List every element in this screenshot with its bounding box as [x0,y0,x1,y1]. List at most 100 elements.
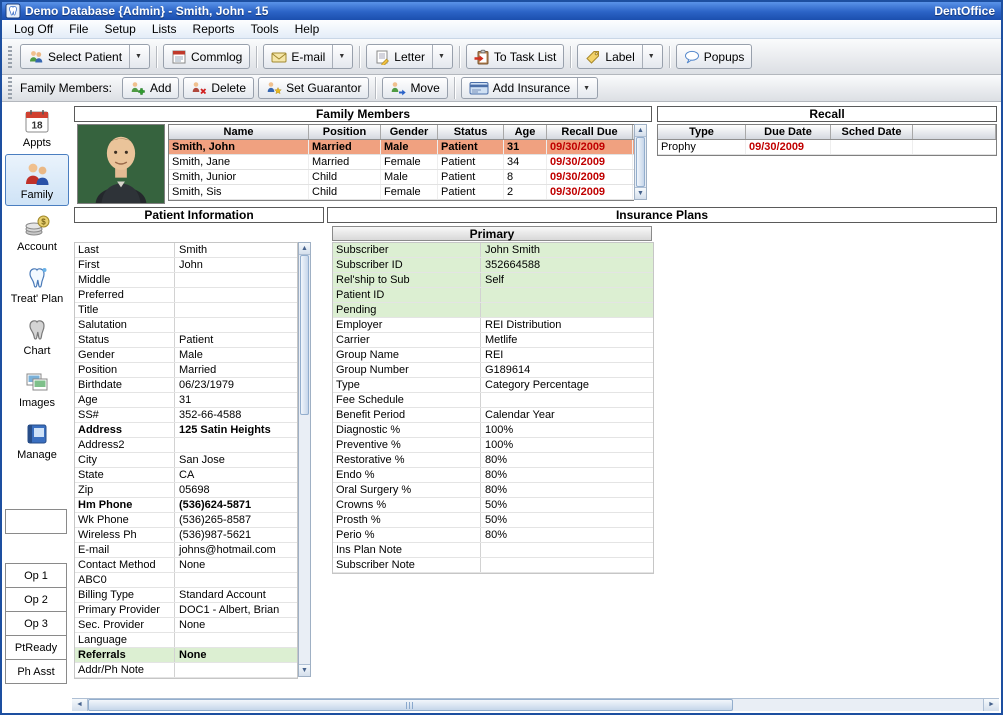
insurance-row[interactable]: Fee Schedule [333,393,653,408]
patient-info-row[interactable]: Wireless Ph(536)987-5621 [75,528,297,543]
commlog-button[interactable]: Commlog [163,44,250,69]
scrollbar-thumb[interactable] [300,255,309,415]
family-row-smith-sis[interactable]: Smith, Sis Child Female Patient 2 09/30/… [169,185,634,200]
module-account[interactable]: $ Account [5,206,69,258]
patient-info-row[interactable]: Title [75,303,297,318]
scroll-left-icon[interactable]: ◄ [72,699,88,711]
insurance-row[interactable]: Ins Plan Note [333,543,653,558]
patient-info-row[interactable]: ABC0 [75,573,297,588]
patient-info-row[interactable]: Birthdate06/23/1979 [75,378,297,393]
toolbar-grip[interactable] [8,46,12,68]
insurance-row[interactable]: Rel'ship to SubSelf [333,273,653,288]
scroll-down-icon[interactable]: ▼ [635,187,646,199]
insurance-row[interactable]: Oral Surgery %80% [333,483,653,498]
family-col-gender[interactable]: Gender [381,125,438,139]
select-patient-dropdown-icon[interactable]: ▼ [129,45,142,68]
recall-row-prophy[interactable]: Prophy 09/30/2009 [658,140,996,155]
insurance-row[interactable]: Crowns %50% [333,498,653,513]
family-col-age[interactable]: Age [504,125,547,139]
family-row-smith-junior[interactable]: Smith, Junior Child Male Patient 8 09/30… [169,170,634,185]
op-2-button[interactable]: Op 2 [5,587,67,612]
patient-info-row[interactable]: Middle [75,273,297,288]
insurance-row[interactable]: SubscriberJohn Smith [333,243,653,258]
module-appts[interactable]: 18 Appts [5,102,69,154]
email-button[interactable]: E-mail ▼ [263,44,353,69]
patient-info-row[interactable]: Sec. ProviderNone [75,618,297,633]
ptready-button[interactable]: PtReady [5,635,67,660]
scrollbar-track[interactable] [88,699,983,711]
insurance-row[interactable]: Subscriber ID352664588 [333,258,653,273]
recall-col-sched-date[interactable]: Sched Date [831,125,913,139]
insurance-row[interactable]: Prosth %50% [333,513,653,528]
move-button[interactable]: Move [382,77,447,99]
patient-info-row[interactable]: Language [75,633,297,648]
patient-info-row[interactable]: E-mailjohns@hotmail.com [75,543,297,558]
patient-info-row[interactable]: GenderMale [75,348,297,363]
family-col-name[interactable]: Name [169,125,309,139]
family-row-smith-john[interactable]: Smith, John Married Male Patient 31 09/3… [169,140,634,155]
select-patient-button[interactable]: Select Patient ▼ [20,44,150,69]
insurance-row[interactable]: CarrierMetlife [333,333,653,348]
menu-file[interactable]: File [61,20,96,38]
scroll-down-icon[interactable]: ▼ [299,664,310,676]
op-blank-cell[interactable] [5,509,67,534]
menu-help[interactable]: Help [287,20,328,38]
family-grid-scrollbar[interactable]: ▲ ▼ [634,124,647,200]
insurance-row[interactable]: Diagnostic %100% [333,423,653,438]
label-button[interactable]: Label ▼ [577,44,662,69]
insurance-row[interactable]: Group NumberG189614 [333,363,653,378]
insurance-row[interactable]: Preventive %100% [333,438,653,453]
op-3-button[interactable]: Op 3 [5,611,67,636]
toolbar-grip[interactable] [8,77,12,99]
patient-info-row[interactable]: Hm Phone(536)624-5871 [75,498,297,513]
delete-family-member-button[interactable]: Delete [183,77,254,99]
add-family-member-button[interactable]: Add [122,77,179,99]
patient-info-row[interactable]: Salutation [75,318,297,333]
insurance-row[interactable]: Restorative %80% [333,453,653,468]
family-col-position[interactable]: Position [309,125,381,139]
module-manage[interactable]: Manage [5,414,69,466]
letter-button[interactable]: Letter ▼ [366,44,453,69]
scroll-up-icon[interactable]: ▲ [299,243,310,255]
patient-info-row[interactable]: StateCA [75,468,297,483]
patient-info-row[interactable]: SS#352-66-4588 [75,408,297,423]
patient-info-row[interactable]: Address125 Satin Heights [75,423,297,438]
patient-info-row[interactable]: Primary ProviderDOC1 - Albert, Brian [75,603,297,618]
email-dropdown-icon[interactable]: ▼ [332,45,345,68]
patient-info-row-referrals[interactable]: ReferralsNone [75,648,297,663]
insurance-row[interactable]: Benefit PeriodCalendar Year [333,408,653,423]
patient-info-row[interactable]: Contact MethodNone [75,558,297,573]
horizontal-scrollbar[interactable]: ◄ ► [72,698,999,711]
scroll-right-icon[interactable]: ► [983,699,999,711]
ph-asst-button[interactable]: Ph Asst [5,659,67,684]
family-col-recall-due[interactable]: Recall Due [547,125,633,139]
menu-tools[interactable]: Tools [243,20,287,38]
patient-info-row[interactable]: Age31 [75,393,297,408]
module-family[interactable]: Family [5,154,69,206]
module-treat-plan[interactable]: Treat' Plan [5,258,69,310]
label-dropdown-icon[interactable]: ▼ [642,45,655,68]
patient-info-row[interactable]: CitySan Jose [75,453,297,468]
scrollbar-thumb[interactable] [88,699,733,711]
insurance-row[interactable]: Group NameREI [333,348,653,363]
scroll-up-icon[interactable]: ▲ [635,125,646,137]
patient-info-row[interactable]: Addr/Ph Note [75,663,297,678]
add-insurance-button[interactable]: Add Insurance ▼ [461,77,598,99]
module-chart[interactable]: Chart [5,310,69,362]
op-1-button[interactable]: Op 1 [5,563,67,588]
patient-info-scrollbar[interactable]: ▲ ▼ [298,242,311,677]
patient-info-row[interactable]: Wk Phone(536)265-8587 [75,513,297,528]
patient-info-row[interactable]: Address2 [75,438,297,453]
recall-col-type[interactable]: Type [658,125,746,139]
patient-info-row[interactable]: Billing TypeStandard Account [75,588,297,603]
to-task-list-button[interactable]: To Task List [466,44,564,69]
menu-lists[interactable]: Lists [144,20,185,38]
patient-info-row[interactable]: StatusPatient [75,333,297,348]
insurance-row[interactable]: Perio %80% [333,528,653,543]
patient-info-row[interactable]: Preferred [75,288,297,303]
menu-reports[interactable]: Reports [185,20,243,38]
menu-setup[interactable]: Setup [96,20,143,38]
recall-col-due-date[interactable]: Due Date [746,125,831,139]
menu-log-off[interactable]: Log Off [6,20,61,38]
module-images[interactable]: Images [5,362,69,414]
